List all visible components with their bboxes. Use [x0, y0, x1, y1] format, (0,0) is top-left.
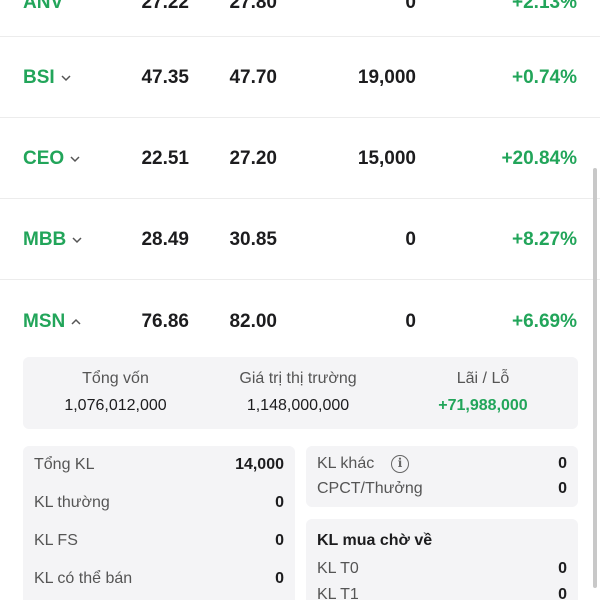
market-value-value: 1,148,000,000: [246, 397, 350, 414]
change-anv: +2.13%: [512, 0, 577, 13]
pending-buy-card: KL mua chờ về KL T0 0 KL T1 0: [306, 519, 578, 600]
chevron-down-icon[interactable]: [69, 153, 81, 165]
position-summary-card: Tổng vốn 1,076,012,000 Giá trị thị trườn…: [23, 357, 578, 429]
market-value: Giá trị thị trường 1,148,000,000: [208, 357, 388, 429]
chevron-up-icon[interactable]: [70, 316, 82, 328]
total-capital-value: 1,076,012,000: [64, 397, 167, 414]
symbol-ceo[interactable]: CEO: [23, 148, 81, 170]
scrollbar[interactable]: [593, 168, 597, 588]
holding-row-mbb[interactable]: MBB 28.49 30.85 0 +8.27%: [0, 199, 600, 280]
kl-other-value: 0: [558, 455, 567, 472]
avg-price-mbb: 28.49: [141, 229, 189, 250]
cpct-label: CPCT/Thưởng: [317, 480, 423, 497]
kl-sellable-value: 0: [275, 570, 284, 587]
volume-msn: 0: [405, 311, 416, 332]
kl-t1-value: 0: [558, 586, 567, 600]
holding-row-anv[interactable]: ANV 27.22 27.80 0 +2.13%: [0, 0, 600, 37]
profit-loss-label: Lãi / Lỗ: [456, 370, 510, 387]
symbol-msn[interactable]: MSN: [23, 311, 82, 333]
avg-price-ceo: 22.51: [141, 148, 189, 169]
change-msn: +6.69%: [512, 311, 577, 332]
kl-t0-value: 0: [558, 560, 567, 577]
profit-loss-value: +71,988,000: [438, 397, 528, 414]
symbol-bsi[interactable]: BSI: [23, 67, 72, 89]
market-price-mbb: 30.85: [229, 229, 277, 250]
market-price-bsi: 47.70: [229, 67, 277, 88]
volume-anv: 0: [405, 0, 416, 13]
kl-normal-value: 0: [275, 494, 284, 511]
pending-buy-title: KL mua chờ về: [317, 532, 433, 549]
holding-row-bsi[interactable]: BSI 47.35 47.70 19,000 +0.74%: [0, 37, 600, 118]
avg-price-anv: 27.22: [141, 0, 189, 13]
volume-detail-card: Tổng KL 14,000 KL thường 0 KL FS 0 KL có…: [23, 446, 295, 600]
total-kl-value: 14,000: [235, 456, 284, 473]
volume-ceo: 15,000: [357, 148, 416, 169]
chevron-down-icon[interactable]: [71, 234, 83, 246]
kl-sellable-label: KL có thể bán: [34, 570, 133, 587]
total-kl-label: Tổng KL: [34, 456, 95, 473]
holding-row-msn[interactable]: MSN 76.86 82.00 0 +6.69%: [0, 280, 600, 361]
volume-mbb: 0: [405, 229, 416, 250]
change-ceo: +20.84%: [501, 148, 577, 169]
cpct-value: 0: [558, 480, 567, 497]
market-price-msn: 82.00: [229, 311, 277, 332]
total-capital-label: Tổng vốn: [82, 370, 149, 387]
other-volume-card: KL khác i 0 CPCT/Thưởng 0: [306, 446, 578, 507]
info-icon[interactable]: i: [391, 455, 409, 473]
kl-t0-label: KL T0: [317, 560, 359, 577]
kl-other-label: KL khác: [317, 455, 375, 472]
kl-fs-value: 0: [275, 532, 284, 549]
kl-normal-label: KL thường: [34, 494, 110, 511]
symbol-mbb[interactable]: MBB: [23, 229, 83, 251]
profit-loss: Lãi / Lỗ +71,988,000: [393, 357, 573, 429]
volume-bsi: 19,000: [357, 67, 416, 88]
change-mbb: +8.27%: [512, 229, 577, 250]
symbol-anv[interactable]: ANV: [23, 0, 63, 14]
market-price-anv: 27.80: [229, 0, 277, 13]
holding-row-ceo[interactable]: CEO 22.51 27.20 15,000 +20.84%: [0, 118, 600, 199]
kl-fs-label: KL FS: [34, 532, 78, 549]
total-capital: Tổng vốn 1,076,012,000: [23, 357, 208, 429]
avg-price-bsi: 47.35: [141, 67, 189, 88]
change-bsi: +0.74%: [512, 67, 577, 88]
avg-price-msn: 76.86: [141, 311, 189, 332]
market-price-ceo: 27.20: [229, 148, 277, 169]
chevron-down-icon[interactable]: [60, 72, 72, 84]
kl-t1-label: KL T1: [317, 586, 359, 600]
market-value-label: Giá trị thị trường: [239, 370, 357, 387]
